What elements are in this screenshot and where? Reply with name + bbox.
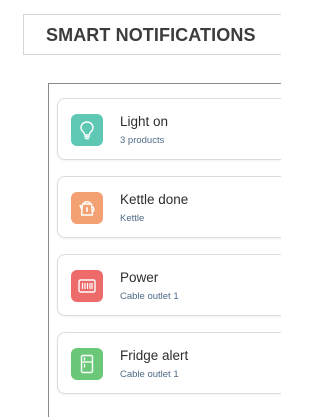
notification-title: Power — [120, 270, 159, 285]
notification-subtitle: Cable outlet 1 — [120, 369, 179, 380]
kettle-icon — [71, 192, 103, 224]
smart-notifications-screen: SMART NOTIFICATIONS Light on 3 products — [0, 0, 281, 417]
notification-card-power[interactable]: Power Cable outlet 1 — [57, 254, 281, 316]
notification-subtitle: Kettle — [120, 213, 145, 224]
power-outlet-icon — [71, 270, 103, 302]
notification-subtitle: 3 products — [120, 135, 165, 146]
notification-subtitle: Cable outlet 1 — [120, 291, 179, 302]
fridge-icon — [71, 348, 103, 380]
page-title: SMART NOTIFICATIONS — [46, 25, 256, 45]
notification-title: Light on — [120, 114, 169, 129]
notification-card-kettle-done[interactable]: Kettle done Kettle — [57, 176, 281, 238]
notification-card-light-on[interactable]: Light on 3 products — [57, 98, 281, 160]
lightbulb-icon — [71, 114, 103, 146]
notification-card-fridge-alert[interactable]: Fridge alert Cable outlet 1 — [57, 332, 281, 394]
notification-title: Kettle done — [120, 192, 189, 207]
notification-title: Fridge alert — [120, 348, 189, 363]
notification-list: Light on 3 products Kettle done Kettle P… — [48, 83, 281, 417]
page-header: SMART NOTIFICATIONS — [23, 14, 281, 55]
